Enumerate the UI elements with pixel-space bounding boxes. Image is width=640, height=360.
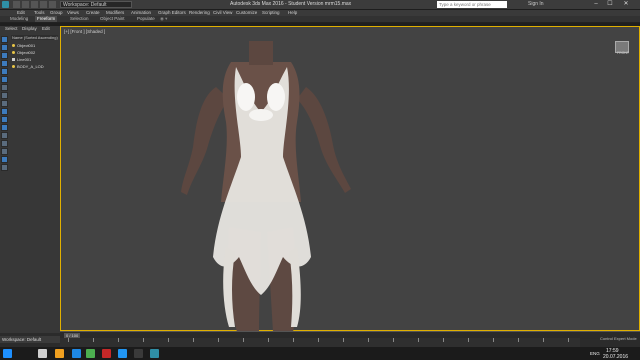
workspace-footer[interactable]: Workspace: Default — [0, 336, 60, 343]
explorer-tab-display[interactable]: Display — [22, 26, 37, 32]
ribbon-options-icon[interactable]: ◉ ▾ — [160, 16, 167, 22]
search-input[interactable]: Type a keyword or phrase — [437, 1, 507, 8]
undo-icon[interactable] — [40, 1, 47, 8]
app-taskbar-icon[interactable] — [102, 349, 111, 358]
control-expert-mode-label[interactable]: Control Expert Mode — [600, 336, 637, 341]
filter-groups-icon[interactable] — [1, 84, 8, 91]
chrome-taskbar-icon[interactable] — [86, 349, 95, 358]
visibility-icon[interactable] — [12, 44, 15, 47]
start-icon[interactable] — [3, 349, 12, 358]
tree-item-label: Object001 — [17, 43, 36, 48]
tree-column-header[interactable]: Name (Sorted Ascending) — [11, 35, 58, 40]
sign-in-link[interactable]: Sign In — [528, 0, 544, 9]
media-taskbar-icon[interactable] — [134, 349, 143, 358]
ruler-tick — [68, 338, 69, 342]
ruler-tick — [118, 338, 119, 342]
ruler-tick — [393, 338, 394, 342]
window-title: Autodesk 3ds Max 2016 - Student Version … — [230, 1, 352, 7]
tree-item-label: BODY_A_LOD — [17, 64, 44, 69]
filter-bones-icon[interactable] — [1, 100, 8, 107]
explorer-taskbar-icon[interactable] — [38, 349, 47, 358]
ruler-tick — [218, 338, 219, 342]
3dsmax-logo-icon[interactable] — [2, 1, 9, 8]
3dsmax-taskbar-icon[interactable] — [150, 349, 159, 358]
filter-geometry-icon[interactable] — [1, 36, 8, 43]
front-viewport[interactable]: [+] [Front ] [Shaded ] FRONT — [60, 26, 640, 332]
tree-item[interactable]: Line001 — [12, 57, 31, 63]
ruler-tick — [343, 338, 344, 342]
filter-cameras-icon[interactable] — [1, 60, 8, 67]
tab-freeform[interactable]: Freeform — [35, 16, 58, 22]
children-icon[interactable] — [1, 140, 8, 147]
ruler-tick — [143, 338, 144, 342]
ruler-tick — [368, 338, 369, 342]
save-file-icon[interactable] — [31, 1, 38, 8]
sync-selection-icon[interactable] — [1, 164, 8, 171]
title-bar: Workspace: Default Autodesk 3ds Max 2016… — [0, 0, 640, 10]
ruler-tick — [443, 338, 444, 342]
tab-object-paint[interactable]: Object Paint — [100, 16, 125, 22]
filter-lights-icon[interactable] — [1, 52, 8, 59]
dependents-icon[interactable] — [1, 148, 8, 155]
display-none-icon[interactable] — [1, 116, 8, 123]
ruler-tick — [518, 338, 519, 342]
tab-populate[interactable]: Populate — [137, 16, 155, 22]
word-taskbar-icon[interactable] — [118, 349, 127, 358]
filter-xrefs-icon[interactable] — [1, 92, 8, 99]
open-file-icon[interactable] — [22, 1, 29, 8]
maximize-button[interactable]: ☐ — [604, 0, 616, 9]
ruler-tick — [293, 338, 294, 342]
visibility-icon[interactable] — [12, 65, 15, 68]
find-icon[interactable] — [1, 156, 8, 163]
object-icon[interactable] — [12, 58, 15, 61]
ruler-tick — [268, 338, 269, 342]
clock-date[interactable]: 20.07.2016 — [603, 354, 628, 360]
character-model[interactable] — [61, 27, 640, 332]
ruler-tick — [318, 338, 319, 342]
windows-taskbar: ENG 17:59 20.07.2016 — [0, 347, 640, 360]
explorer-tabs: Select Display Edit — [0, 26, 60, 32]
workspace-dropdown[interactable]: Workspace: Default — [60, 1, 132, 8]
tree-item-label: Object002 — [17, 50, 36, 55]
redo-icon[interactable] — [49, 1, 56, 8]
tab-modeling[interactable]: Modeling — [10, 16, 28, 22]
explorer-tab-select[interactable]: Select — [5, 26, 18, 32]
tree-item[interactable]: Object001 — [12, 43, 35, 49]
tree-item[interactable]: Object002 — [12, 50, 35, 56]
ribbon-tabs: Modeling Freeform Selection Object Paint… — [0, 16, 640, 23]
close-button[interactable]: ✕ — [620, 0, 632, 9]
ruler-tick — [568, 338, 569, 342]
ruler-tick — [243, 338, 244, 342]
tree-item-label: Line001 — [17, 57, 32, 62]
folder-taskbar-icon[interactable] — [55, 349, 64, 358]
minimize-button[interactable]: – — [590, 0, 602, 9]
ruler-tick — [168, 338, 169, 342]
ruler-tick — [543, 338, 544, 342]
language-indicator[interactable]: ENG — [590, 351, 600, 356]
ruler-tick — [493, 338, 494, 342]
explorer-tab-edit[interactable]: Edit — [42, 26, 50, 32]
ruler-tick — [93, 338, 94, 342]
explorer-toolbar — [1, 36, 9, 172]
filter-shapes-icon[interactable] — [1, 44, 8, 51]
visibility-icon[interactable] — [12, 51, 15, 54]
lock-cell-editing-icon[interactable] — [1, 132, 8, 139]
ie-taskbar-icon[interactable] — [72, 349, 81, 358]
display-all-icon[interactable] — [1, 108, 8, 115]
tab-selection[interactable]: Selection — [70, 16, 89, 22]
invert-display-icon[interactable] — [1, 124, 8, 131]
new-file-icon[interactable] — [13, 1, 20, 8]
filter-spacewarps-icon[interactable] — [1, 76, 8, 83]
filter-helpers-icon[interactable] — [1, 68, 8, 75]
scene-explorer: Select Display Edit Name (Sorted Ascendi… — [0, 26, 60, 333]
ruler-tick — [418, 338, 419, 342]
ruler-tick — [193, 338, 194, 342]
tree-item[interactable]: BODY_A_LOD — [12, 64, 44, 70]
ruler-tick — [468, 338, 469, 342]
